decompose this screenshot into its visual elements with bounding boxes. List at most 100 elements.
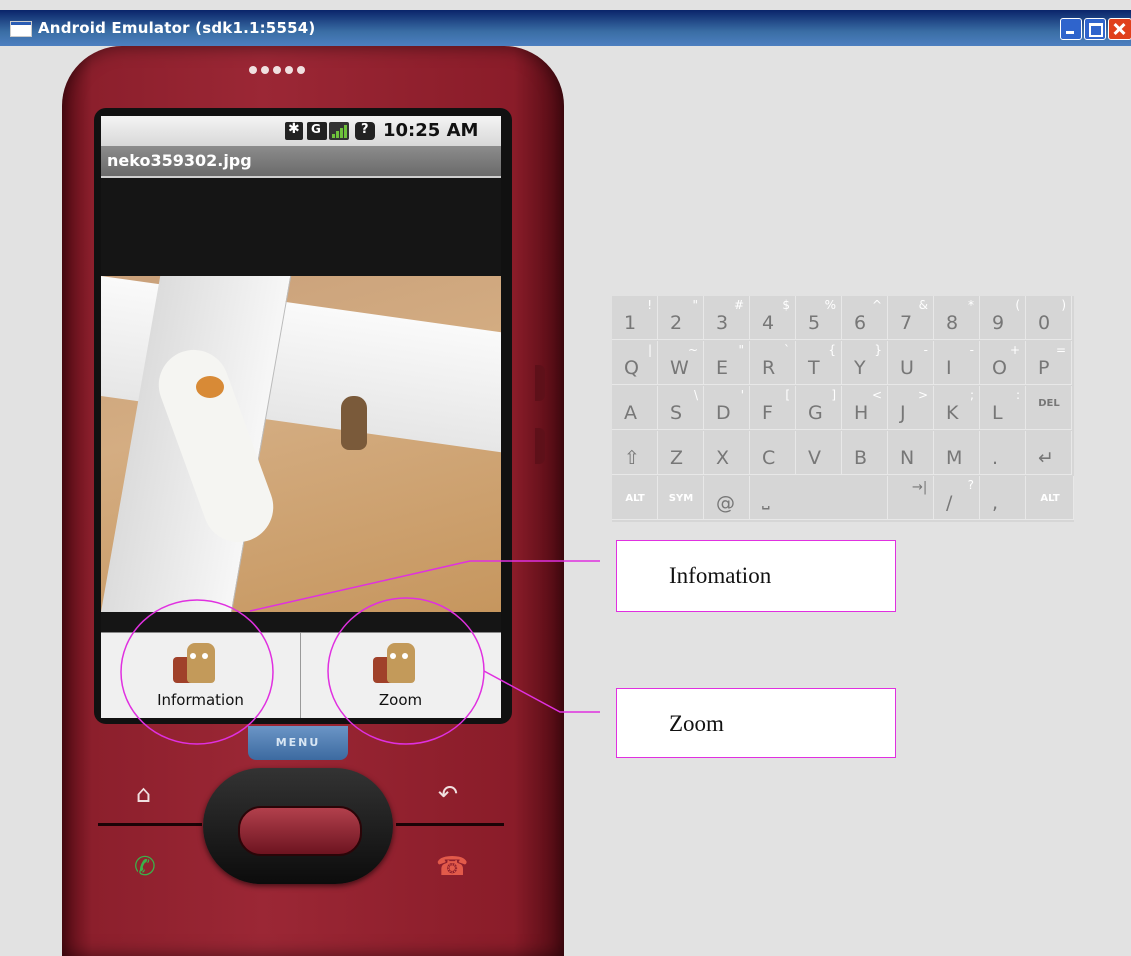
key-x[interactable]: X [704,431,750,475]
key-s[interactable]: S \ [658,386,704,430]
minimize-button[interactable] [1060,18,1082,40]
key-label: D [716,402,731,424]
call-icon[interactable]: ✆ [134,852,156,882]
key-f[interactable]: F[ [750,386,796,430]
key-p[interactable]: P = [1026,341,1072,385]
key-label: T [808,357,820,379]
key-label: U [900,357,914,379]
key-6[interactable]: 6 ^ [842,296,888,340]
menu-hardware-button[interactable]: MENU [248,726,348,760]
key-9[interactable]: 9( [980,296,1026,340]
menu-item-information[interactable]: Information [101,633,301,718]
menu-item-label: Information [157,691,244,709]
key-alt-label: - [969,343,974,357]
key-i[interactable]: I- [934,341,980,385]
key-,[interactable]: , [980,476,1026,520]
key-w[interactable]: W ~ [658,341,704,385]
key-v[interactable]: V [796,431,842,475]
key-y[interactable]: Y} [842,341,888,385]
key-label: 1 [624,312,637,334]
cat-and-dog-icon [373,643,417,687]
menu-item-zoom[interactable]: Zoom [301,633,500,718]
key-space[interactable]: ⎵ [750,476,888,520]
key-alt-label: [ [785,388,790,402]
key-label: SYM [668,493,694,504]
key-alt-label: $ [782,298,790,312]
key-shift[interactable]: ⇧ [612,431,658,475]
key-1[interactable]: 1! [612,296,658,340]
key-alt[interactable]: ALT [612,476,658,520]
key-n[interactable]: N [888,431,934,475]
key-o[interactable]: O + [980,341,1026,385]
key-7[interactable]: 7 & [888,296,934,340]
key-k[interactable]: K; [934,386,980,430]
key-d[interactable]: D ' [704,386,750,430]
key-alt-label: ) [1061,298,1066,312]
key-label: O [992,357,1007,379]
key-label: Q [624,357,639,379]
key-z[interactable]: Z [658,431,704,475]
key-m[interactable]: M [934,431,980,475]
key-0[interactable]: 0) [1026,296,1072,340]
key-g[interactable]: G] [796,386,842,430]
close-button[interactable] [1108,18,1131,40]
key-label: , [992,492,999,514]
volume-up-button[interactable] [535,365,545,401]
volume-down-button[interactable] [535,428,545,464]
earpiece-speaker [249,66,345,78]
key-label: N [900,447,915,469]
key-label: @ [716,492,735,514]
key-enter[interactable]: ↵ [1026,431,1072,475]
key-u[interactable]: U- [888,341,934,385]
key-tab[interactable]: →| [888,476,934,520]
key-8[interactable]: 8 * [934,296,980,340]
key-label: M [946,447,963,469]
key-t[interactable]: T{ [796,341,842,385]
key-.[interactable]: . [980,431,1026,475]
key-/[interactable]: /? [934,476,980,520]
key-a[interactable]: A [612,386,658,430]
app-title-bar: neko359302.jpg [101,146,501,178]
keyboard-row: A S \ D ' F[G] H < J > K; L: DEL [612,386,1074,431]
device-screen[interactable]: 10:25 AM neko359302.jpg Information Zoom [101,116,501,718]
key-3[interactable]: 3 # [704,296,750,340]
window-title-bar[interactable]: Android Emulator (sdk1.1:5554) [0,10,1131,46]
key-label: C [762,447,776,469]
key-label: S [670,402,683,424]
cat-photo[interactable] [101,276,501,612]
key-4[interactable]: 4 $ [750,296,796,340]
bluetooth-icon [285,121,303,140]
key-alt-label: < [871,388,882,402]
key-del[interactable]: DEL [1026,386,1072,430]
key-5[interactable]: 5% [796,296,842,340]
key-e[interactable]: E " [704,341,750,385]
key-r[interactable]: R ` [750,341,796,385]
key-b[interactable]: B [842,431,888,475]
key-label: H [854,402,869,424]
key-alt-label: ; [969,388,974,402]
key-l[interactable]: L: [980,386,1026,430]
trackball-button[interactable] [238,806,362,856]
key-label: W [670,357,689,379]
key-label: . [992,447,999,469]
maximize-button[interactable] [1084,18,1106,40]
battery-status-icon [355,122,375,140]
key-alt-label: ? [967,478,974,492]
photo-cat-patch [196,376,224,398]
end-call-icon[interactable]: ☎ [436,852,468,882]
key-q[interactable]: Q | [612,341,658,385]
status-bar: 10:25 AM [101,116,501,146]
key-sym[interactable]: SYM [658,476,704,520]
key-alt-label: ! [647,298,652,312]
key-@[interactable]: @ [704,476,750,520]
back-arrow-icon[interactable]: ↶ [438,780,458,808]
key-2[interactable]: 2 " [658,296,704,340]
callout-information: Infomation [616,540,896,612]
home-icon[interactable]: ⌂ [136,780,151,808]
key-h[interactable]: H < [842,386,888,430]
key-label: / [946,492,953,514]
key-j[interactable]: J > [888,386,934,430]
key-c[interactable]: C [750,431,796,475]
key-alt[interactable]: ALT [1026,476,1074,520]
key-label: K [946,402,959,424]
